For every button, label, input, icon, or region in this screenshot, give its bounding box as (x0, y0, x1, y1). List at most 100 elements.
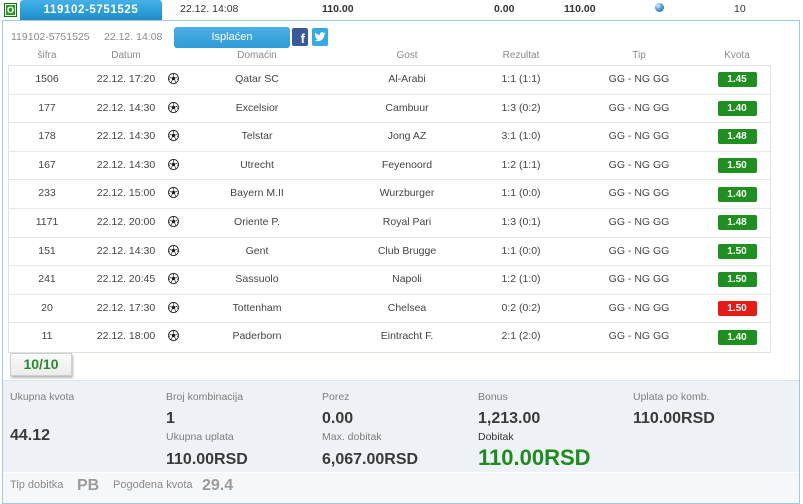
match-table-header: šifra Datum Domaćin Gost Rezultat Tip Kv… (9, 49, 770, 63)
match-code: 241 (38, 273, 56, 286)
match-row: 1506 22.12. 17:20 Qatar SC Al-Arabi 1:1 … (9, 66, 770, 95)
away-team: Club Brugge (377, 244, 437, 257)
match-result: 2:1 (2:0) (501, 330, 541, 343)
bet-tip: GG - NG GG (608, 187, 670, 200)
odds-badge: 1.48 (717, 215, 757, 231)
column-header-result: Rezultat (502, 50, 540, 61)
home-team: Excelsior (235, 101, 279, 114)
bet-tip: GG - NG GG (608, 273, 670, 286)
match-date: 22.12. 14:30 (96, 101, 156, 114)
match-result: 3:1 (1:0) (501, 130, 541, 143)
soccer-ball-graphic (168, 216, 179, 227)
bet-tip: GG - NG GG (608, 101, 670, 114)
win-value: 110.00RSD (478, 445, 591, 470)
stake-per-combination-label: Uplata po komb. (633, 391, 710, 403)
tax-label: Porez (322, 391, 350, 403)
odds-badge: 1.40 (717, 329, 757, 345)
away-team: Al-Arabi (388, 73, 426, 85)
odds-cell: 1.50 (707, 266, 767, 294)
soccer-ball-icon (168, 273, 179, 285)
home-team: Sassuolo (235, 273, 279, 286)
soccer-ball-icon (168, 187, 179, 199)
combinations-label: Broj kombinacija (166, 391, 244, 403)
away-team: Royal Pari (382, 215, 432, 228)
column-header-home: Domaćin (237, 50, 277, 61)
soccer-ball-icon (168, 301, 179, 313)
paid-status-button[interactable]: Isplaćen (174, 27, 290, 48)
match-result: 1:1 (0:0) (501, 187, 541, 200)
column-header-code: šifra (37, 50, 57, 61)
match-code: 177 (38, 101, 56, 114)
detail-ticket-id: 119102-5751525 (11, 31, 90, 43)
ticket-detail-panel: 119102-5751525 22.12. 14:08 Isplaćen f š… (2, 20, 800, 504)
match-code: 1171 (35, 215, 59, 228)
facebook-icon: f (300, 31, 305, 46)
match-result: 1:2 (1:0) (501, 273, 541, 286)
column-header-date: Datum (111, 50, 141, 61)
odds-badge: 1.50 (717, 272, 757, 288)
bonus-label: Bonus (478, 391, 508, 403)
match-result: 0:2 (0:2) (501, 301, 541, 314)
match-date: 22.12. 15:00 (96, 187, 156, 200)
max-win-label: Max. dobitak (322, 431, 382, 443)
soccer-ball-graphic (168, 244, 179, 256)
match-date: 22.12. 17:30 (96, 301, 156, 314)
match-date: 22.12. 20:00 (96, 215, 156, 228)
bet-tip: GG - NG GG (608, 215, 670, 228)
match-row: 1171 22.12. 20:00 Oriente P. Royal Pari … (9, 209, 770, 238)
away-team: Napoli (392, 273, 422, 286)
ticket-status-indicator: O (4, 3, 17, 17)
ticket-page: O 119102-5751525 22.12. 14:08 110.00 0.0… (0, 0, 803, 504)
match-code: 233 (38, 187, 56, 200)
combinations-value: 1 (166, 410, 175, 427)
max-win-value: 6,067.00RSD (322, 451, 419, 468)
odds-cell: 1.50 (707, 152, 767, 180)
home-team: Paderborn (232, 330, 282, 343)
ticket-stake: 110.00 (322, 3, 354, 15)
stake-per-combination-value: 110.00RSD (633, 410, 715, 427)
win-type-label: Tip dobitka (10, 479, 64, 491)
away-team: Jong AZ (387, 130, 427, 143)
home-team: Telstar (241, 130, 273, 143)
ticket-id-tab[interactable]: 119102-5751525 (20, 0, 162, 20)
match-row: 233 22.12. 15:00 Bayern M.II Wurzburger … (9, 180, 770, 209)
match-code: 178 (38, 130, 56, 143)
match-row: 20 22.12. 17:30 Tottenham Chelsea 0:2 (0… (9, 295, 770, 324)
bet-tip: GG - NG GG (608, 73, 670, 85)
facebook-share-button[interactable]: f (292, 28, 308, 46)
soccer-ball-graphic (168, 158, 179, 170)
match-code: 1506 (35, 73, 59, 85)
bet-tip: GG - NG GG (608, 301, 670, 314)
twitter-share-button[interactable] (312, 28, 328, 46)
total-odds-label: Ukupna kvota (10, 391, 75, 403)
column-header-tip: Tip (632, 50, 646, 61)
match-result: 1:1 (1:1) (501, 73, 541, 85)
soccer-ball-graphic (168, 101, 179, 113)
match-code: 20 (41, 301, 53, 314)
odds-badge: 1.50 (717, 243, 757, 259)
odds-cell: 1.50 (707, 295, 767, 323)
soccer-ball-icon (168, 244, 179, 256)
soccer-ball-icon (168, 101, 179, 113)
bet-tip: GG - NG GG (608, 330, 670, 343)
hit-odds-value: 29.4 (202, 477, 234, 494)
odds-cell: 1.48 (707, 209, 767, 237)
soccer-ball-icon (168, 73, 179, 84)
win-type-value: PB (77, 477, 100, 494)
ticket-list-row[interactable]: O 119102-5751525 22.12. 14:08 110.00 0.0… (0, 0, 803, 20)
win-label: Dobitak (478, 431, 514, 443)
soccer-ball-icon (168, 130, 179, 142)
match-row: 11 22.12. 18:00 Paderborn Eintracht F. 2… (9, 323, 770, 352)
home-team: Tottenham (232, 301, 282, 314)
total-stake-label: Ukupna uplata (166, 431, 234, 443)
bet-tip: GG - NG GG (608, 244, 670, 257)
home-team: Bayern M.II (230, 187, 284, 200)
match-table-body: 1506 22.12. 17:20 Qatar SC Al-Arabi 1:1 … (8, 65, 771, 353)
soccer-ball-icon (168, 330, 179, 342)
ticket-datetime: 22.12. 14:08 (180, 3, 239, 15)
tax-value: 0.00 (322, 410, 354, 427)
match-row: 151 22.12. 14:30 Gent Club Brugge 1:1 (0… (9, 238, 770, 267)
ticket-event-count: 10 (734, 3, 746, 15)
match-code: 167 (38, 158, 56, 171)
soccer-ball-graphic (168, 273, 179, 285)
